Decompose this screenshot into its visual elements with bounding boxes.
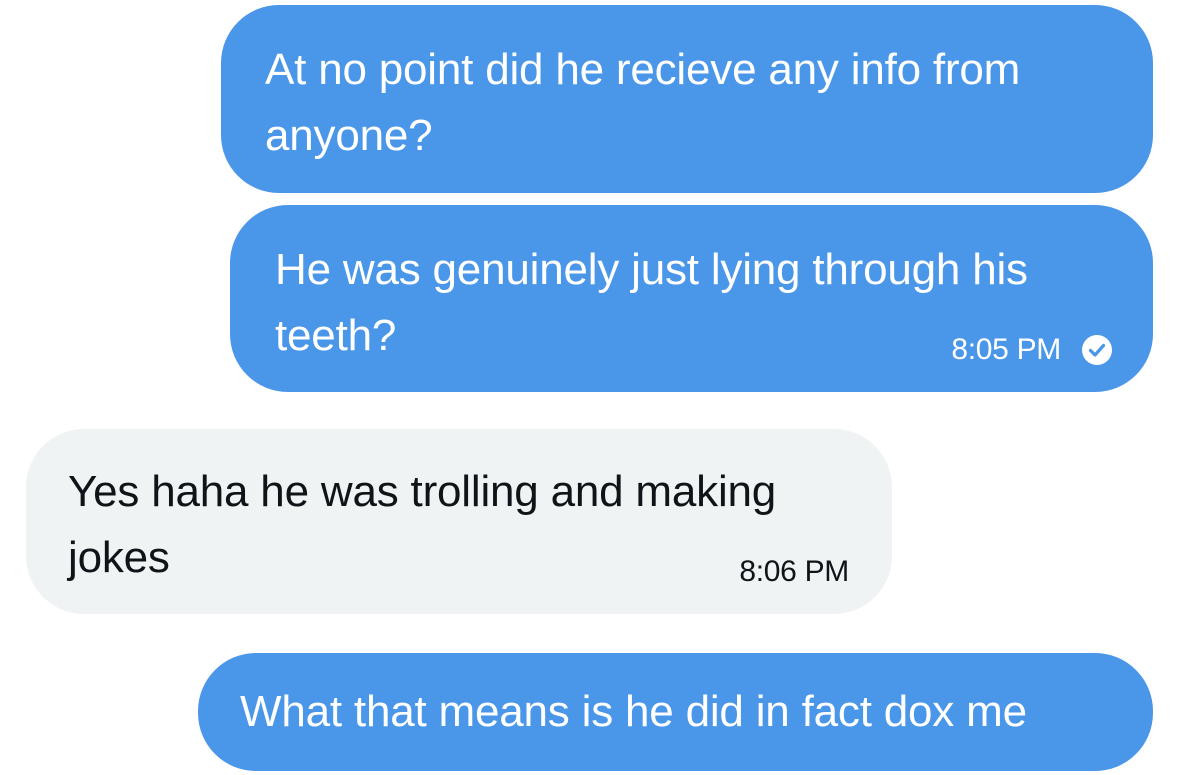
message-timestamp: 8:05 PM xyxy=(951,333,1061,366)
message-text-line: He was genuinely just lying through his xyxy=(275,245,1028,294)
message-text-line: At no point did he recieve any info from xyxy=(265,45,1021,94)
message-text-line: anyone? xyxy=(265,111,433,160)
message-bubble-sent[interactable]: What that means is he did in fact dox me xyxy=(198,653,1153,771)
message-bubble-sent[interactable]: At no point did he recieve any info from… xyxy=(221,5,1153,193)
message-text-line: Yes haha he was trolling and making xyxy=(68,467,777,516)
message-meta: 8:06 PM xyxy=(739,555,849,589)
check-circle-icon xyxy=(1082,335,1112,365)
message-meta: 8:05 PM xyxy=(951,333,1113,367)
message-bubble-received[interactable]: Yes haha he was trolling and making joke… xyxy=(26,429,892,614)
message-bubble-sent[interactable]: He was genuinely just lying through his … xyxy=(230,205,1153,392)
message-text-line: jokes xyxy=(68,533,170,582)
message-timestamp: 8:06 PM xyxy=(739,555,849,588)
message-thread: At no point did he recieve any info from… xyxy=(0,0,1179,775)
message-text-line: What that means is he did in fact dox me xyxy=(240,687,1027,736)
